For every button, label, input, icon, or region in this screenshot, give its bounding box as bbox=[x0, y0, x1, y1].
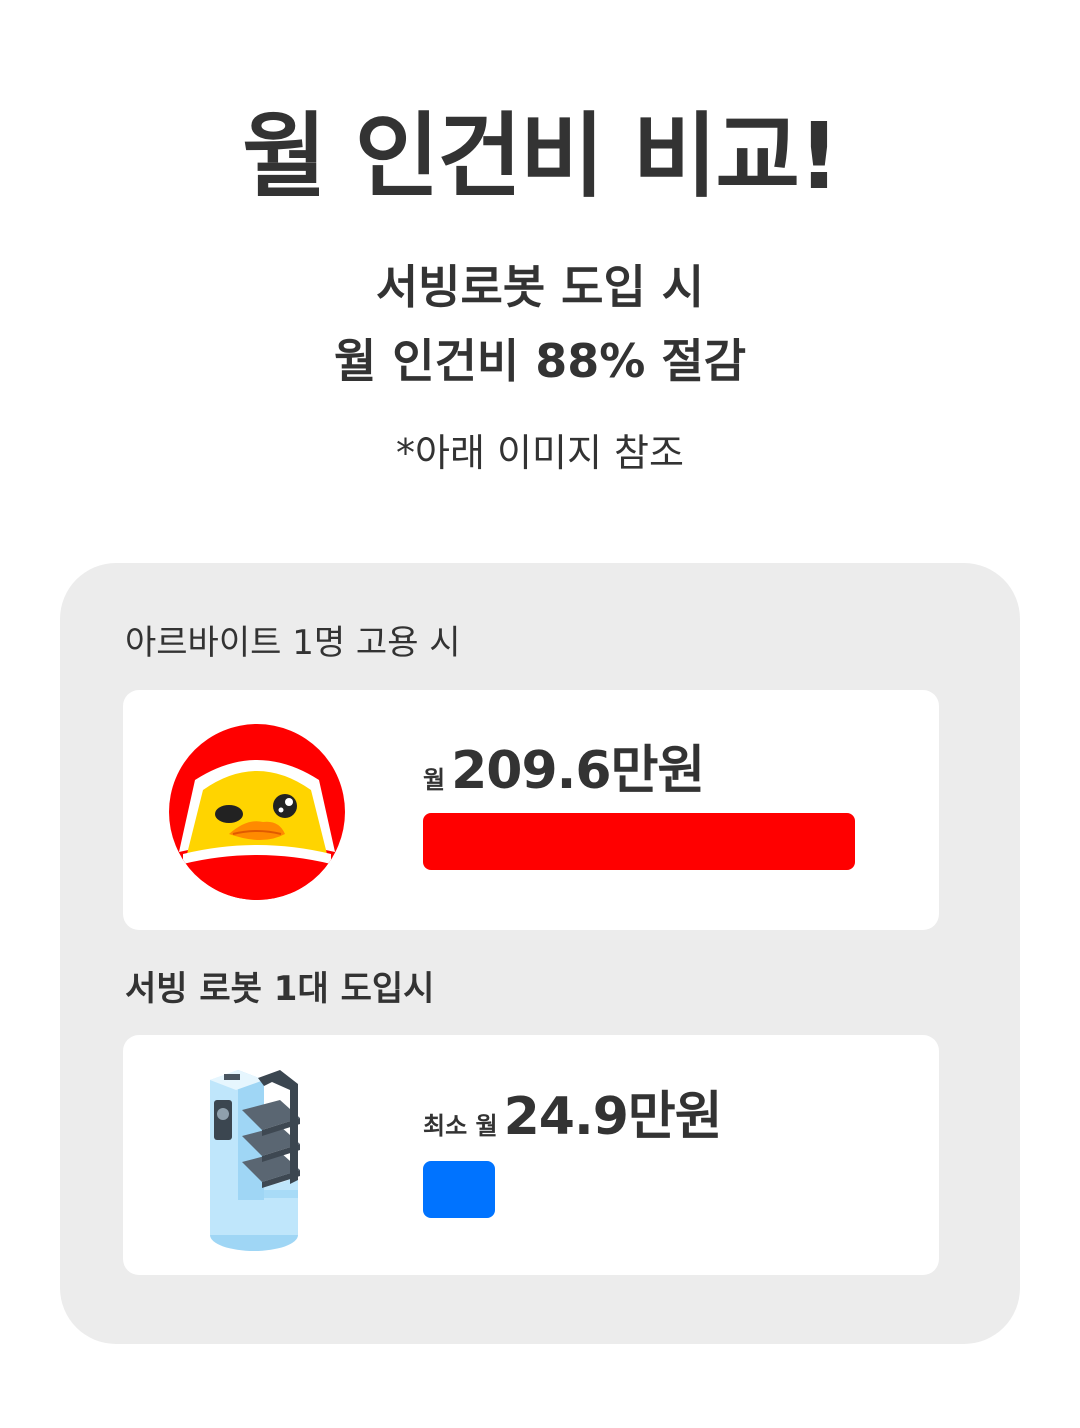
parttime-amount-prefix: 월 bbox=[423, 766, 446, 794]
parttime-cost-bar bbox=[423, 813, 855, 870]
reference-note: *아래 이미지 참조 bbox=[396, 431, 684, 475]
subtitle-line-2: 월 인건비 88% 절감 bbox=[333, 334, 747, 388]
page-title: 월 인건비 비교! bbox=[242, 103, 840, 210]
robot-amount-prefix: 최소 월 bbox=[423, 1112, 498, 1140]
duck-character-icon bbox=[169, 724, 345, 900]
parttime-amount-row: 월 209.6만원 bbox=[423, 736, 705, 806]
robot-amount-value: 24.9만원 bbox=[503, 1087, 723, 1147]
parttime-section-label: 아르바이트 1명 고용 시 bbox=[125, 623, 461, 663]
robot-cost-bar bbox=[423, 1161, 495, 1218]
parttime-amount-value: 209.6만원 bbox=[451, 741, 705, 801]
subtitle-line-1: 서빙로봇 도입 시 bbox=[375, 260, 705, 314]
robot-amount-row: 최소 월 24.9만원 bbox=[423, 1082, 723, 1152]
serving-robot-icon bbox=[210, 1070, 300, 1251]
robot-section-label: 서빙 로봇 1대 도입시 bbox=[125, 969, 435, 1009]
